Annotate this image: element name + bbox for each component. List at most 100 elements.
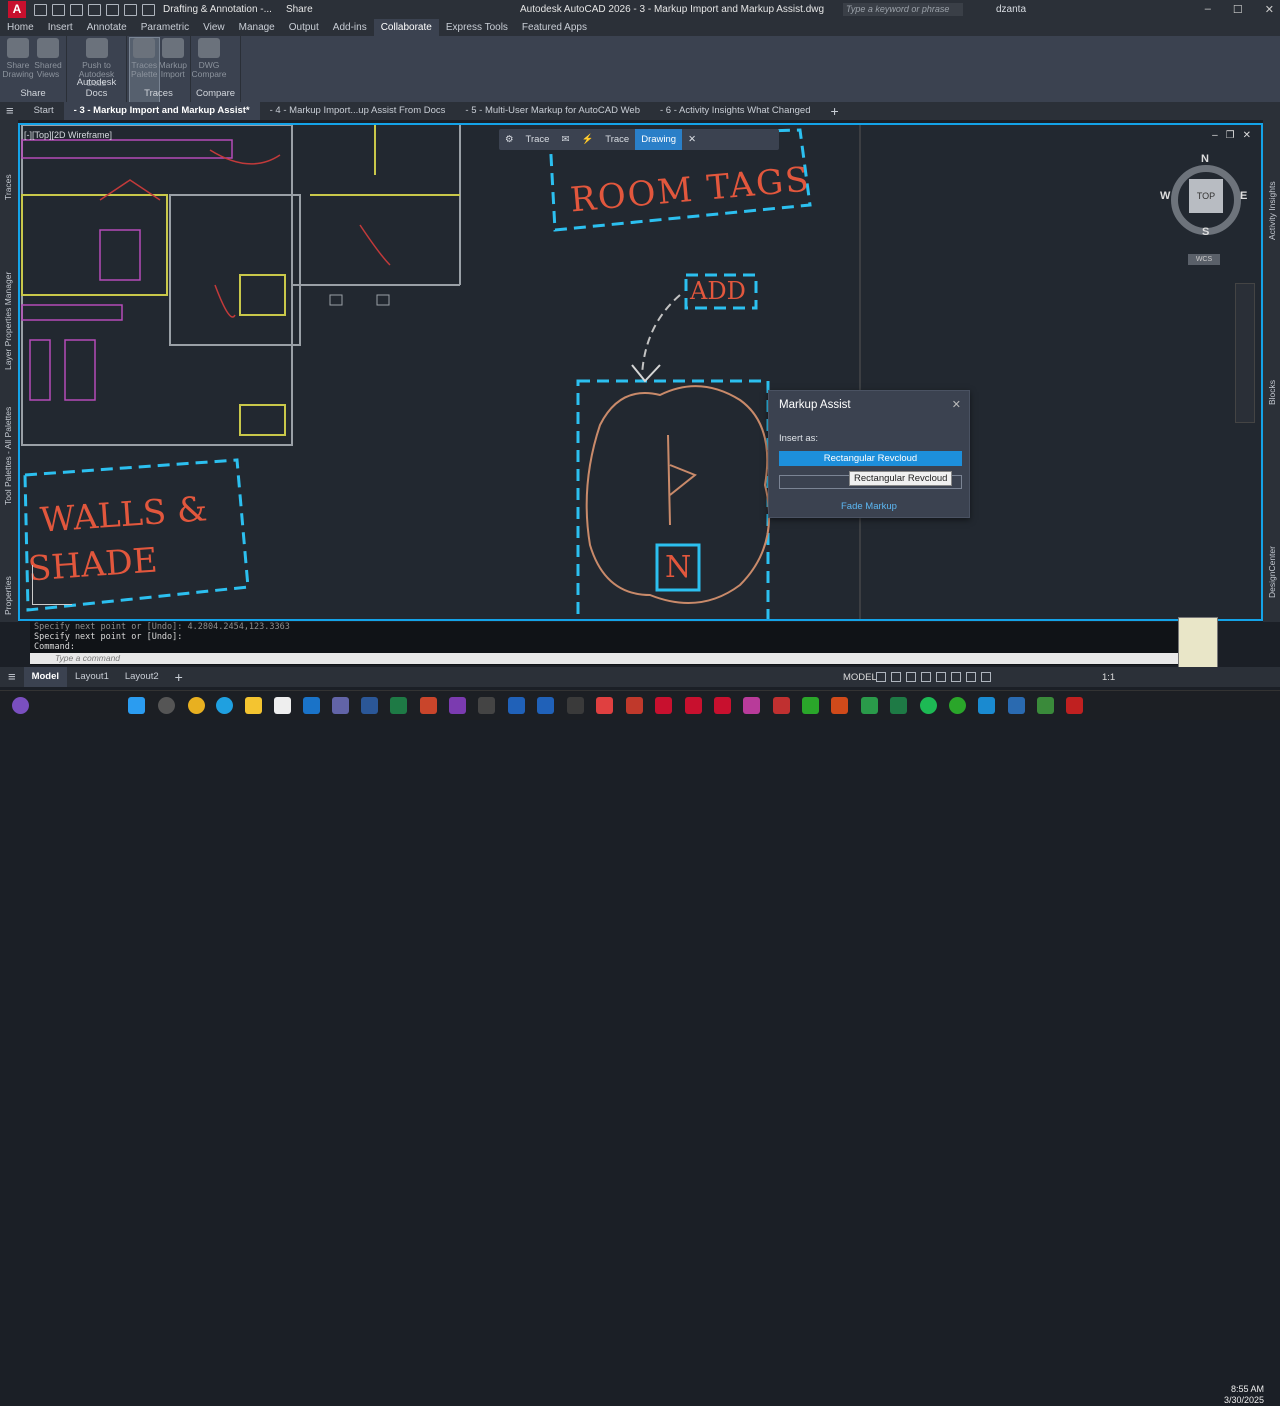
viewport-restore-icon[interactable]: ❐ — [1226, 130, 1235, 141]
navigation-bar[interactable] — [1235, 283, 1255, 423]
revit2-icon[interactable] — [537, 697, 554, 714]
onenote-icon[interactable] — [449, 697, 466, 714]
app-pink-icon[interactable] — [743, 697, 760, 714]
add-tab-icon[interactable]: + — [820, 102, 848, 120]
rectangular-revcloud-button[interactable]: Rectangular Revcloud — [779, 451, 962, 466]
file-explorer-icon[interactable] — [245, 697, 262, 714]
palette-designcenter[interactable]: DesignCenter — [1267, 546, 1277, 598]
app-r-icon[interactable] — [567, 697, 584, 714]
drawing-mode-button[interactable]: Drawing — [635, 129, 683, 150]
edge-icon[interactable] — [216, 697, 233, 714]
revit-icon[interactable] — [508, 697, 525, 714]
palette-traces[interactable]: Traces — [3, 174, 13, 200]
viewcube[interactable]: TOP N S E W — [1160, 153, 1251, 245]
layout-tab-layout2[interactable]: Layout2 — [117, 667, 167, 687]
outlook-icon[interactable] — [303, 697, 320, 714]
save-icon[interactable] — [70, 3, 83, 16]
compass-n[interactable]: N — [1201, 153, 1209, 165]
word-icon[interactable] — [361, 697, 378, 714]
grid-icon[interactable] — [876, 672, 886, 682]
minimize-icon[interactable]: – — [1205, 3, 1211, 16]
polar-icon[interactable] — [921, 672, 931, 682]
command-input[interactable]: Type a command — [30, 653, 1178, 664]
start-icon[interactable] — [128, 697, 145, 714]
doc-tab-5[interactable]: - 5 - Multi-User Markup for AutoCAD Web — [455, 102, 650, 120]
tab-collaborate[interactable]: Collaborate — [373, 19, 439, 36]
tab-view[interactable]: View — [196, 19, 232, 36]
app-red-icon[interactable] — [596, 697, 613, 714]
redo-icon[interactable] — [142, 3, 155, 16]
search-icon[interactable] — [158, 697, 175, 714]
trace-mode-button[interactable]: Trace — [599, 129, 635, 150]
trace-close-icon[interactable]: ✕ — [682, 129, 702, 150]
viewcube-top[interactable]: TOP — [1189, 179, 1223, 213]
undo-icon[interactable] — [124, 3, 137, 16]
palette-activity-insights[interactable]: Activity Insights — [1267, 181, 1277, 240]
tab-home[interactable]: Home — [0, 19, 41, 36]
tab-manage[interactable]: Manage — [232, 19, 282, 36]
app-green2-icon[interactable] — [949, 697, 966, 714]
doc-tab-6[interactable]: - 6 - Activity Insights What Changed — [650, 102, 820, 120]
doc-tab-4[interactable]: - 4 - Markup Import...up Assist From Doc… — [260, 102, 456, 120]
compass-s[interactable]: S — [1202, 226, 1209, 238]
snipping-icon[interactable] — [478, 697, 495, 714]
autocad-logo-icon[interactable]: A — [8, 1, 26, 18]
ortho-icon[interactable] — [906, 672, 916, 682]
app-v-icon[interactable] — [274, 697, 291, 714]
autocad3-taskbar-icon[interactable] — [714, 697, 731, 714]
open-file-icon[interactable] — [52, 3, 65, 16]
chrome-icon[interactable] — [188, 697, 205, 714]
trace-settings-icon[interactable]: ⚙ — [499, 129, 520, 150]
tab-parametric[interactable]: Parametric — [134, 19, 196, 36]
autocad2-taskbar-icon[interactable] — [685, 697, 702, 714]
tab-output[interactable]: Output — [282, 19, 326, 36]
app-c-icon[interactable] — [626, 697, 643, 714]
layout-menu-icon[interactable]: ≡ — [0, 667, 24, 687]
viewport-label[interactable]: [-][Top][2D Wireframe] — [24, 130, 112, 140]
tab-insert[interactable]: Insert — [41, 19, 80, 36]
autocad-taskbar-icon[interactable] — [655, 697, 672, 714]
palette-tool-palettes[interactable]: Tool Palettes - All Palettes — [3, 407, 13, 505]
app-green3-icon[interactable] — [1037, 697, 1054, 714]
user-account[interactable]: dzanta — [996, 4, 1026, 15]
new-file-icon[interactable] — [34, 3, 47, 16]
trace-mail-icon[interactable]: ✉ — [555, 129, 575, 150]
wcs-menu[interactable]: WCS — [1188, 254, 1220, 265]
app-green-icon[interactable] — [861, 697, 878, 714]
menu-icon[interactable]: ≡ — [0, 102, 24, 120]
app-red3-icon[interactable] — [1066, 697, 1083, 714]
civil3d-icon[interactable] — [802, 697, 819, 714]
fade-markup-link[interactable]: Fade Markup — [769, 501, 969, 512]
viewport-close-icon[interactable]: ✕ — [1243, 130, 1251, 141]
palette-properties[interactable]: Properties — [3, 576, 13, 615]
system-clock[interactable]: 8:55 AM 3/30/2025 — [1224, 1384, 1264, 1406]
share-button[interactable]: Share — [286, 4, 313, 15]
add-layout-icon[interactable]: + — [167, 667, 191, 687]
teams-icon[interactable] — [332, 697, 349, 714]
model-space-toggle[interactable]: MODEL — [843, 672, 877, 683]
layout-tab-model[interactable]: Model — [23, 667, 68, 687]
tab-featured-apps[interactable]: Featured Apps — [515, 19, 594, 36]
tab-annotate[interactable]: Annotate — [80, 19, 134, 36]
selection-cycling-icon[interactable] — [966, 672, 976, 682]
spotify-icon[interactable] — [920, 697, 937, 714]
dialog-close-icon[interactable]: ✕ — [952, 398, 961, 411]
maximize-icon[interactable]: ☐ — [1233, 3, 1243, 16]
save-as-icon[interactable] — [88, 3, 101, 16]
search-input[interactable]: Type a keyword or phrase — [843, 3, 963, 16]
snap-icon[interactable] — [891, 672, 901, 682]
app-xgreen-icon[interactable] — [890, 697, 907, 714]
osnap-icon[interactable] — [936, 672, 946, 682]
palette-blocks[interactable]: Blocks — [1267, 380, 1277, 405]
powerpoint-icon[interactable] — [420, 697, 437, 714]
compass-w[interactable]: W — [1160, 190, 1170, 202]
app-blue2-icon[interactable] — [1008, 697, 1025, 714]
trace-button[interactable]: Trace — [520, 129, 556, 150]
lineweight-icon[interactable] — [951, 672, 961, 682]
doc-tab-start[interactable]: Start — [24, 102, 64, 120]
layout-tab-layout1[interactable]: Layout1 — [67, 667, 117, 687]
app-red2-icon[interactable] — [773, 697, 790, 714]
copilot-icon[interactable] — [12, 697, 29, 714]
excel-icon[interactable] — [390, 697, 407, 714]
palette-layer-properties[interactable]: Layer Properties Manager — [3, 272, 13, 370]
